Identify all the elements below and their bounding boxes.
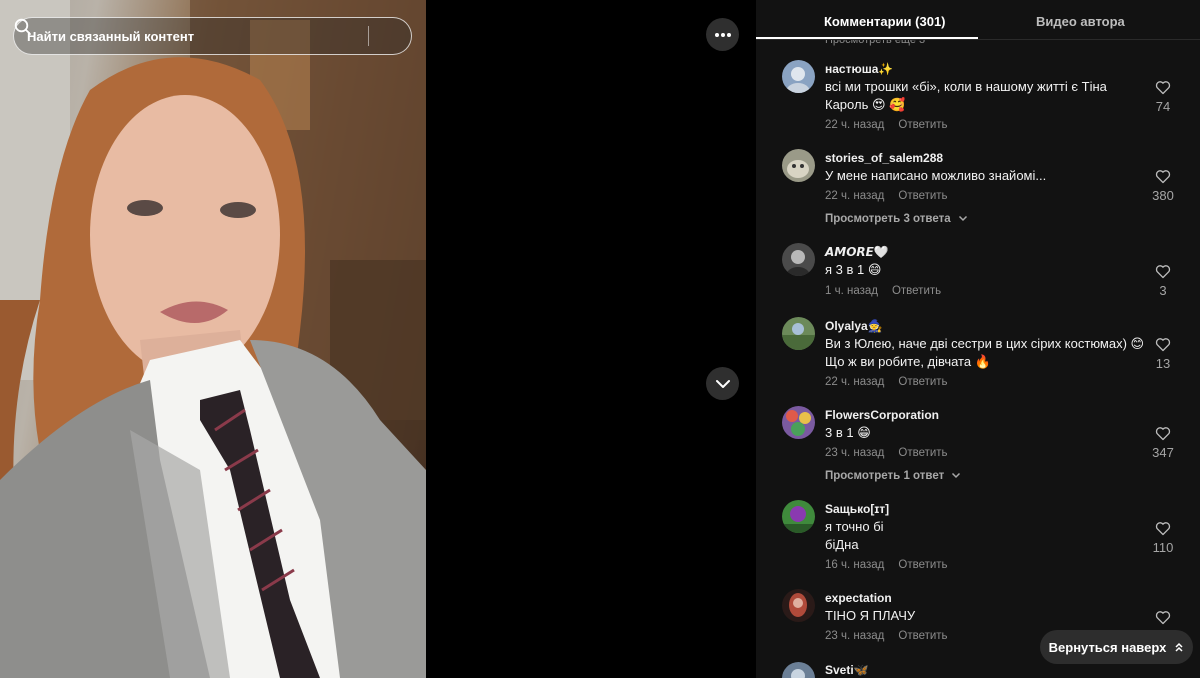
- comment-meta: 22 ч. назад Ответить: [825, 190, 948, 202]
- double-chevron-up-icon: [1175, 642, 1183, 652]
- avatar[interactable]: [782, 406, 815, 439]
- reply-button[interactable]: Ответить: [898, 119, 947, 131]
- reply-button[interactable]: Ответить: [898, 630, 947, 642]
- reply-button[interactable]: Ответить: [898, 376, 947, 388]
- heart-icon: [1155, 81, 1171, 95]
- comment-username[interactable]: expectation: [825, 591, 892, 605]
- comment-username[interactable]: 𝘼𝙈𝙊𝙍𝙀🤍: [825, 245, 889, 259]
- avatar-image: [782, 662, 815, 678]
- avatar[interactable]: [782, 589, 815, 622]
- avatar-image: [782, 243, 815, 276]
- view-replies-link[interactable]: Просмотреть 1 ответ: [825, 470, 961, 482]
- avatar-image: [782, 589, 815, 622]
- comment-meta: 22 ч. назад Ответить: [825, 376, 948, 388]
- comment-meta: 16 ч. назад Ответить: [825, 559, 948, 571]
- avatar[interactable]: [782, 500, 815, 533]
- avatar-image: [782, 149, 815, 182]
- avatar[interactable]: [782, 60, 815, 93]
- like-count: 3: [1159, 283, 1167, 298]
- avatar[interactable]: [782, 317, 815, 350]
- like-button[interactable]: 110: [1148, 521, 1178, 555]
- comments-panel: Комментарии (301) Видео автора Просмотре…: [756, 0, 1200, 678]
- comment-username[interactable]: настюша✨: [825, 62, 893, 76]
- comment-username[interactable]: Ѕащько[ɪᴛ]: [825, 502, 889, 516]
- comment-username[interactable]: Sveti🦋: [825, 663, 869, 677]
- app-root: Найти связанный контент Комментарии (301…: [0, 0, 1200, 678]
- tab-author-videos[interactable]: Видео автора: [1036, 14, 1125, 29]
- video-side-area: [426, 0, 756, 678]
- like-button[interactable]: 13: [1148, 337, 1178, 371]
- like-count: 110: [1152, 540, 1174, 555]
- like-button[interactable]: [1148, 610, 1178, 625]
- comment-time: 22 ч. назад: [825, 376, 885, 388]
- back-to-top-button[interactable]: Вернуться наверх: [1040, 630, 1193, 664]
- avatar-image: [782, 406, 815, 439]
- comment-text: У мене написано можливо знайомі...: [825, 168, 1047, 183]
- chevron-down-icon: [952, 472, 961, 479]
- heart-icon: [1155, 611, 1171, 625]
- search-icon: [14, 18, 31, 35]
- more-options-button[interactable]: [706, 18, 739, 51]
- like-button[interactable]: 3: [1148, 264, 1178, 298]
- comment-text: всі ми трошки «бі», коли в нашому житті …: [825, 79, 1107, 112]
- avatar[interactable]: [782, 662, 815, 678]
- comment-time: 22 ч. назад: [825, 119, 885, 131]
- comment-meta: 23 ч. назад Ответить: [825, 447, 948, 459]
- like-count: 74: [1155, 99, 1171, 114]
- like-count: 347: [1152, 445, 1174, 460]
- search-button[interactable]: [14, 18, 411, 54]
- comment-time: 16 ч. назад: [825, 559, 885, 571]
- avatar-image: [782, 500, 815, 533]
- avatar-image: [782, 60, 815, 93]
- comment-text: я 3 в 1 😄: [825, 262, 882, 277]
- heart-icon: [1155, 427, 1171, 441]
- chevron-down-icon: [958, 215, 967, 222]
- comment-time: 22 ч. назад: [825, 190, 885, 202]
- comment-meta: 23 ч. назад Ответить: [825, 630, 948, 642]
- search-input[interactable]: Найти связанный контент: [14, 29, 368, 44]
- reply-button[interactable]: Ответить: [898, 559, 947, 571]
- comment-meta: 22 ч. назад Ответить: [825, 119, 948, 131]
- avatar[interactable]: [782, 149, 815, 182]
- comment-time: 23 ч. назад: [825, 630, 885, 642]
- reply-button[interactable]: Ответить: [898, 447, 947, 459]
- comment-time: 23 ч. назад: [825, 447, 885, 459]
- reply-button[interactable]: Ответить: [898, 190, 947, 202]
- like-button[interactable]: 380: [1148, 169, 1178, 203]
- comment-username[interactable]: stories_of_salem288: [825, 151, 943, 165]
- tab-bar: Комментарии (301) Видео автора: [756, 0, 1200, 40]
- avatar[interactable]: [782, 243, 815, 276]
- reply-button[interactable]: Ответить: [892, 285, 941, 297]
- active-tab-indicator: [756, 37, 978, 39]
- comment-username[interactable]: Olyalya🧙: [825, 319, 883, 333]
- like-button[interactable]: 74: [1148, 80, 1178, 114]
- comment-text: 3 в 1 😁: [825, 425, 871, 440]
- back-to-top-label: Вернуться наверх: [1048, 639, 1167, 655]
- comment-text: Ви з Юлею, наче дві сестри в цих сірих к…: [825, 336, 1145, 369]
- like-count: 13: [1155, 356, 1171, 371]
- comment-time: 1 ч. назад: [825, 285, 878, 297]
- comment-text: ТІНО Я ПЛАЧУ: [825, 608, 916, 623]
- more-icon: [714, 32, 731, 37]
- view-replies-link[interactable]: Просмотреть 3 ответа: [825, 213, 968, 225]
- comment-meta: 1 ч. назад Ответить: [825, 285, 941, 297]
- comment-username[interactable]: FlowersCorporation: [825, 408, 939, 422]
- heart-icon: [1155, 170, 1171, 184]
- like-button[interactable]: 347: [1148, 426, 1178, 460]
- video-frame: [0, 0, 426, 678]
- like-count: 380: [1152, 188, 1174, 203]
- video-player[interactable]: Найти связанный контент: [0, 0, 426, 678]
- search-bar[interactable]: Найти связанный контент: [13, 17, 412, 55]
- heart-icon: [1155, 522, 1171, 536]
- comment-text: я точно бі біДна: [825, 519, 884, 552]
- view-replies-text: Просмотреть 1 ответ: [825, 470, 945, 482]
- chevron-down-icon: [715, 379, 730, 388]
- heart-icon: [1155, 265, 1171, 279]
- next-video-button[interactable]: [706, 367, 739, 400]
- tab-comments[interactable]: Комментарии (301): [824, 14, 946, 29]
- avatar-image: [782, 317, 815, 350]
- heart-icon: [1155, 338, 1171, 352]
- view-replies-text: Просмотреть 3 ответа: [825, 213, 951, 225]
